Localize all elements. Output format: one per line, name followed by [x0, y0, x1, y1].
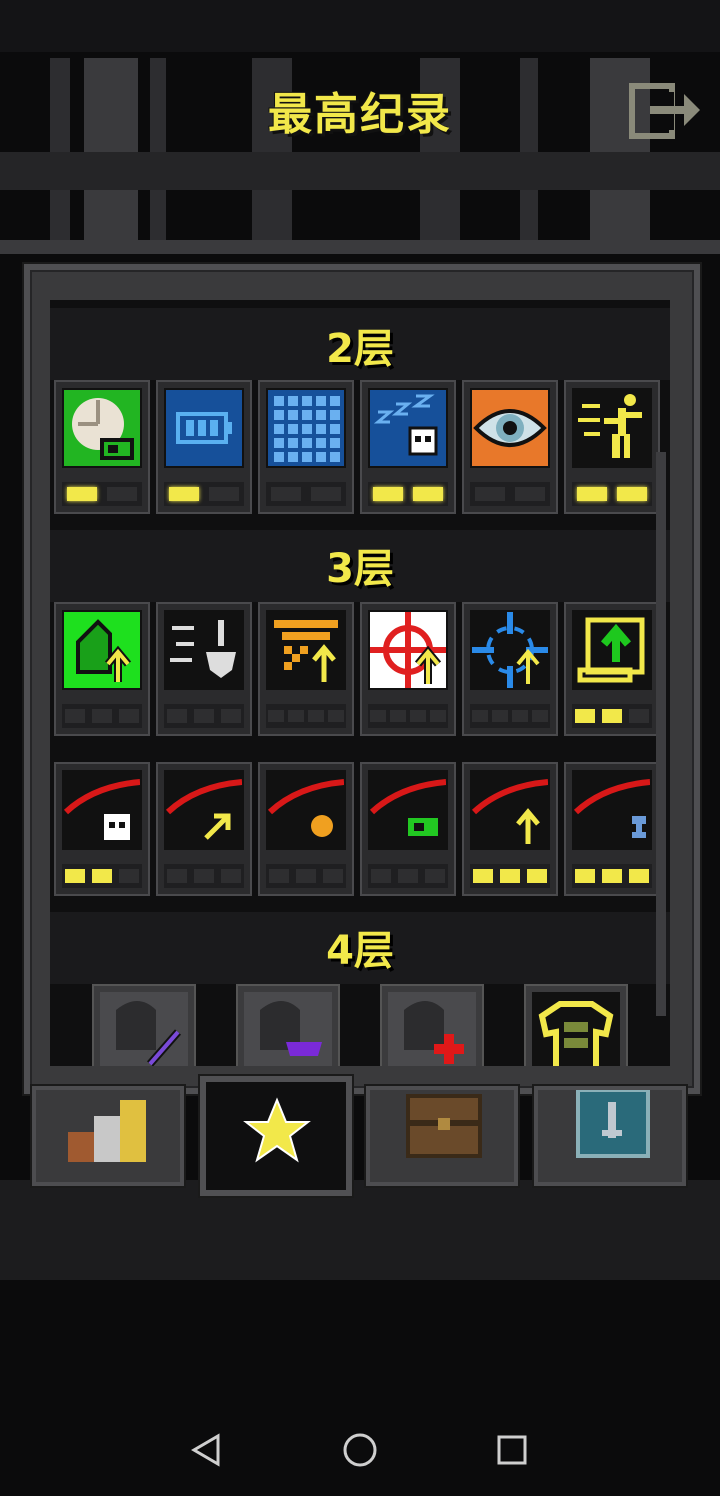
- slash-arrow-icon: [164, 770, 244, 850]
- nav-back-button[interactable]: [188, 1430, 228, 1470]
- badge-item[interactable]: [54, 762, 150, 896]
- badge-item[interactable]: [462, 762, 558, 896]
- nav-home-button[interactable]: [340, 1430, 380, 1470]
- page-title: 最高纪录: [268, 89, 452, 140]
- star-icon: [243, 1097, 311, 1163]
- chest-icon: [406, 1094, 482, 1158]
- badge-item[interactable]: [156, 380, 252, 514]
- slash-coin-icon: [266, 770, 346, 850]
- section-title-floor4: 4层: [326, 928, 394, 974]
- exit-button[interactable]: [626, 80, 702, 142]
- home-icon: [343, 1433, 377, 1467]
- badge-item[interactable]: [360, 762, 456, 896]
- badge-item[interactable]: [258, 762, 354, 896]
- records-list[interactable]: 2层 3层 4层: [50, 300, 670, 1066]
- silhouette-sword-icon: [100, 992, 188, 1066]
- tab-cards[interactable]: [532, 1084, 688, 1188]
- silhouette-health-icon: [388, 992, 476, 1066]
- clock-battery-icon: [62, 388, 142, 468]
- running-man-icon: [572, 388, 652, 468]
- section-title-floor2: 2层: [326, 326, 394, 372]
- badge-item[interactable]: [54, 602, 150, 736]
- card-icon: [576, 1090, 650, 1158]
- stats-icon: [68, 1100, 146, 1162]
- badge-item[interactable]: [380, 984, 484, 1066]
- badge-item[interactable]: [258, 380, 354, 514]
- system-nav-bar: [0, 1400, 720, 1496]
- white-speed-shield-icon: [164, 610, 244, 690]
- badge-item[interactable]: [462, 602, 558, 736]
- badge-item[interactable]: [156, 762, 252, 896]
- scrollbar[interactable]: [656, 452, 666, 1016]
- badge-item[interactable]: [462, 380, 558, 514]
- slash-upgrade-icon: [470, 770, 550, 850]
- badge-item[interactable]: [360, 602, 456, 736]
- section-title-floor3: 3层: [326, 546, 394, 592]
- badge-item[interactable]: [54, 380, 150, 514]
- tab-stats[interactable]: [30, 1084, 186, 1188]
- slash-blue-icon: [572, 770, 652, 850]
- slash-skull-icon: [62, 770, 142, 850]
- tab-achievements[interactable]: [198, 1074, 354, 1198]
- battery-icon: [164, 388, 244, 468]
- nav-recent-button[interactable]: [492, 1430, 532, 1470]
- green-shield-upgrade-icon: [62, 610, 142, 690]
- badge-item[interactable]: [564, 380, 660, 514]
- scroll-upgrade-icon: [572, 610, 652, 690]
- badge-item[interactable]: [564, 762, 660, 896]
- sleep-skull-icon: [368, 388, 448, 468]
- armor-icon: [532, 992, 620, 1066]
- exit-icon: [629, 83, 700, 139]
- recent-icon: [497, 1435, 527, 1465]
- back-icon: [191, 1433, 220, 1467]
- badge-item[interactable]: [236, 984, 340, 1066]
- grid-icon: [266, 388, 346, 468]
- badge-item[interactable]: [92, 984, 196, 1066]
- crosshair-blue-icon: [470, 610, 550, 690]
- badge-item[interactable]: [524, 984, 628, 1066]
- tab-items[interactable]: [364, 1084, 520, 1188]
- badge-item[interactable]: [156, 602, 252, 736]
- eye-icon: [470, 388, 550, 468]
- badge-item[interactable]: [360, 380, 456, 514]
- badge-item[interactable]: [258, 602, 354, 736]
- orange-turret-upgrade-icon: [266, 610, 346, 690]
- silhouette-helmet-icon: [244, 992, 332, 1066]
- crosshair-red-icon: [368, 610, 448, 690]
- badge-item[interactable]: [564, 602, 660, 736]
- slash-battery-icon: [368, 770, 448, 850]
